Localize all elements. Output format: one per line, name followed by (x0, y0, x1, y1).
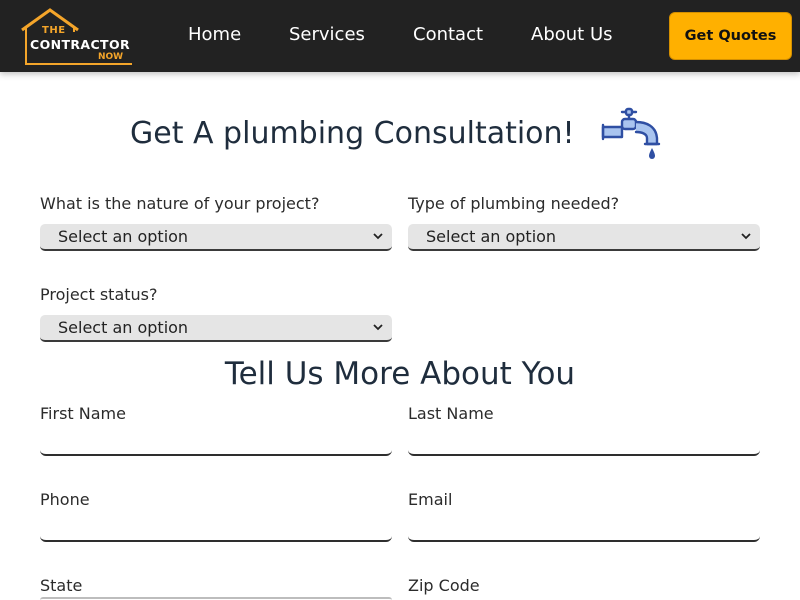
first-name-label: First Name (40, 404, 126, 423)
site-header: THE CONTRACTOR NOW Home Services Contact… (0, 0, 800, 72)
phone-label: Phone (40, 490, 90, 509)
state-label: State (40, 576, 83, 595)
plumbing-type-label: Type of plumbing needed? (408, 194, 620, 213)
project-status-label: Project status? (40, 285, 158, 304)
phone-field[interactable] (40, 512, 392, 542)
chevron-down-icon (373, 233, 383, 240)
nature-of-project-value: Select an option (58, 227, 189, 246)
nav-contact[interactable]: Contact (413, 24, 483, 45)
project-status-select[interactable]: Select an option (40, 315, 392, 342)
get-quotes-button[interactable]: Get Quotes (669, 12, 792, 60)
project-status-value: Select an option (58, 318, 189, 337)
faucet-icon (600, 106, 662, 164)
logo[interactable]: THE CONTRACTOR NOW (20, 8, 134, 66)
email-label: Email (408, 490, 453, 509)
nature-of-project-label: What is the nature of your project? (40, 194, 320, 213)
logo-text-now: NOW (98, 52, 124, 62)
nature-of-project-select[interactable]: Select an option (40, 224, 392, 251)
chevron-down-icon (373, 324, 383, 331)
chevron-down-icon (741, 233, 751, 240)
nav-services[interactable]: Services (289, 24, 365, 45)
first-name-field[interactable] (40, 426, 392, 456)
plumbing-type-value: Select an option (426, 227, 557, 246)
logo-text-contractor: CONTRACTOR (30, 37, 131, 52)
email-field[interactable] (408, 512, 760, 542)
last-name-label: Last Name (408, 404, 494, 423)
page-title: Get A plumbing Consultation! (130, 116, 575, 151)
section-title-about-you: Tell Us More About You (224, 356, 576, 392)
last-name-field[interactable] (408, 426, 760, 456)
nav-home[interactable]: Home (188, 24, 241, 45)
zip-code-label: Zip Code (408, 576, 480, 595)
nav-about-us[interactable]: About Us (531, 24, 613, 45)
logo-text-the: THE (42, 25, 66, 36)
plumbing-type-select[interactable]: Select an option (408, 224, 760, 251)
